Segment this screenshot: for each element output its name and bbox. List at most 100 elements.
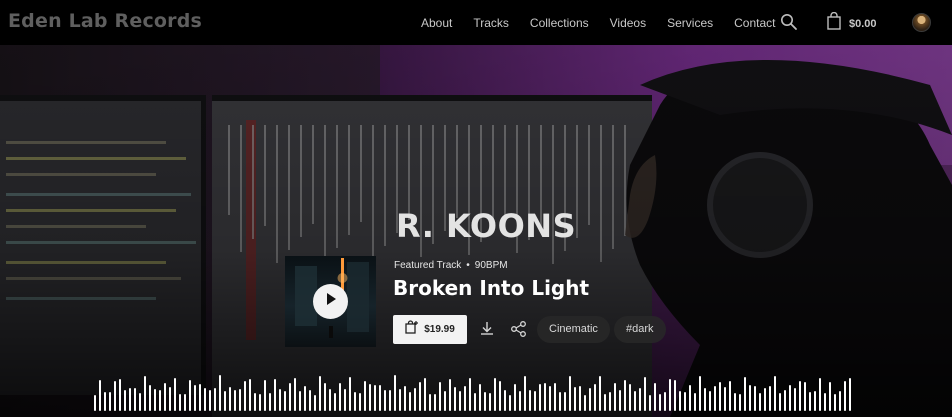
waveform-bar xyxy=(309,390,311,411)
waveform-bar xyxy=(159,390,161,411)
waveform-bar xyxy=(119,379,121,411)
waveform-bar xyxy=(514,384,516,411)
waveform-bar xyxy=(764,388,766,411)
waveform-bar xyxy=(184,394,186,411)
nav-contact[interactable]: Contact xyxy=(734,16,775,30)
nav-tracks[interactable]: Tracks xyxy=(473,16,509,30)
waveform-bar xyxy=(684,392,686,411)
waveform-bar xyxy=(439,382,441,411)
waveform-bar xyxy=(189,380,191,411)
waveform-bar xyxy=(469,378,471,411)
track-price: $19.99 xyxy=(424,324,455,335)
waveform-bar xyxy=(294,378,296,411)
waveform-bar xyxy=(419,382,421,411)
meta-separator: • xyxy=(466,260,470,271)
waveform-bar xyxy=(814,391,816,411)
waveform-bar xyxy=(464,386,466,411)
waveform-bar xyxy=(429,394,431,411)
waveform-bar xyxy=(219,375,221,411)
waveform-bar xyxy=(534,391,536,411)
site-logo[interactable]: Eden Lab Records xyxy=(8,10,202,32)
waveform-bar xyxy=(204,388,206,411)
waveform-bar xyxy=(824,393,826,411)
waveform-bar xyxy=(724,387,726,411)
waveform-bar xyxy=(209,390,211,411)
waveform-bar xyxy=(424,378,426,411)
waveform-bar xyxy=(739,394,741,411)
waveform-bar xyxy=(659,394,661,411)
waveform-bar xyxy=(729,381,731,411)
waveform-bar xyxy=(564,392,566,411)
waveform-bar xyxy=(99,380,101,411)
waveform-bar xyxy=(254,393,256,411)
nav-videos[interactable]: Videos xyxy=(610,16,646,30)
waveform-bar xyxy=(449,379,451,411)
waveform-bar xyxy=(679,391,681,411)
waveform-bar xyxy=(704,388,706,411)
waveform-bar xyxy=(379,385,381,411)
waveform-bar xyxy=(509,395,511,411)
waveform-bar xyxy=(394,375,396,411)
waveform-bar xyxy=(504,390,506,411)
waveform-bar xyxy=(609,392,611,411)
waveform-bar xyxy=(164,383,166,411)
track-bpm: 90BPM xyxy=(474,260,508,271)
waveform-bar xyxy=(594,384,596,411)
tag-dark[interactable]: #dark xyxy=(614,316,666,343)
tag-cinematic[interactable]: Cinematic xyxy=(537,316,610,343)
cart-button[interactable]: $0.00 xyxy=(827,11,877,35)
waveform-bar xyxy=(314,395,316,411)
waveform-bar xyxy=(109,392,111,411)
waveform-bar xyxy=(784,390,786,411)
cart-total: $0.00 xyxy=(849,17,877,30)
waveform-bar xyxy=(634,391,636,411)
main-nav: About Tracks Collections Videos Services… xyxy=(421,0,796,45)
waveform-bar xyxy=(694,393,696,411)
waveform-bar xyxy=(829,382,831,411)
waveform-bar xyxy=(759,393,761,411)
waveform-bar xyxy=(339,383,341,411)
waveform-bar xyxy=(249,379,251,411)
track-title[interactable]: Broken Into Light xyxy=(393,276,589,300)
waveform-bar xyxy=(279,389,281,411)
waveform-bar xyxy=(369,384,371,411)
waveform-bar xyxy=(364,381,366,411)
waveform-bar xyxy=(664,392,666,411)
search-icon[interactable] xyxy=(780,13,798,31)
waveform-bar xyxy=(409,392,411,411)
waveform-bar xyxy=(499,381,501,411)
waveform-bar xyxy=(319,376,321,411)
audio-waveform[interactable] xyxy=(94,373,858,411)
featured-label: Featured Track xyxy=(394,260,462,271)
waveform-bar xyxy=(644,377,646,411)
waveform-bar xyxy=(479,384,481,411)
nav-about[interactable]: About xyxy=(421,16,452,30)
waveform-bar xyxy=(399,389,401,411)
waveform-bar xyxy=(259,394,261,411)
nav-collections[interactable]: Collections xyxy=(530,16,589,30)
waveform-bar xyxy=(779,393,781,411)
waveform-bar xyxy=(354,392,356,411)
waveform-bar xyxy=(734,393,736,411)
waveform-bar xyxy=(574,387,576,411)
share-icon[interactable] xyxy=(509,319,529,339)
nav-services[interactable]: Services xyxy=(667,16,713,30)
waveform-bar xyxy=(324,383,326,411)
waveform-bar xyxy=(489,393,491,411)
waveform-bar xyxy=(844,381,846,411)
waveform-bar xyxy=(134,388,136,411)
waveform-bar xyxy=(699,376,701,411)
waveform-bar xyxy=(544,383,546,411)
waveform-bar xyxy=(239,389,241,411)
waveform-bar xyxy=(344,389,346,411)
download-icon[interactable] xyxy=(477,319,497,339)
waveform-bar xyxy=(229,387,231,411)
play-button[interactable] xyxy=(313,284,348,319)
waveform-bar xyxy=(374,385,376,411)
waveform-bar xyxy=(639,388,641,411)
waveform-bar xyxy=(714,386,716,411)
waveform-bar xyxy=(104,392,106,411)
user-avatar[interactable] xyxy=(912,13,931,32)
waveform-bar xyxy=(539,384,541,411)
add-to-cart-button[interactable]: $19.99 xyxy=(393,315,467,344)
